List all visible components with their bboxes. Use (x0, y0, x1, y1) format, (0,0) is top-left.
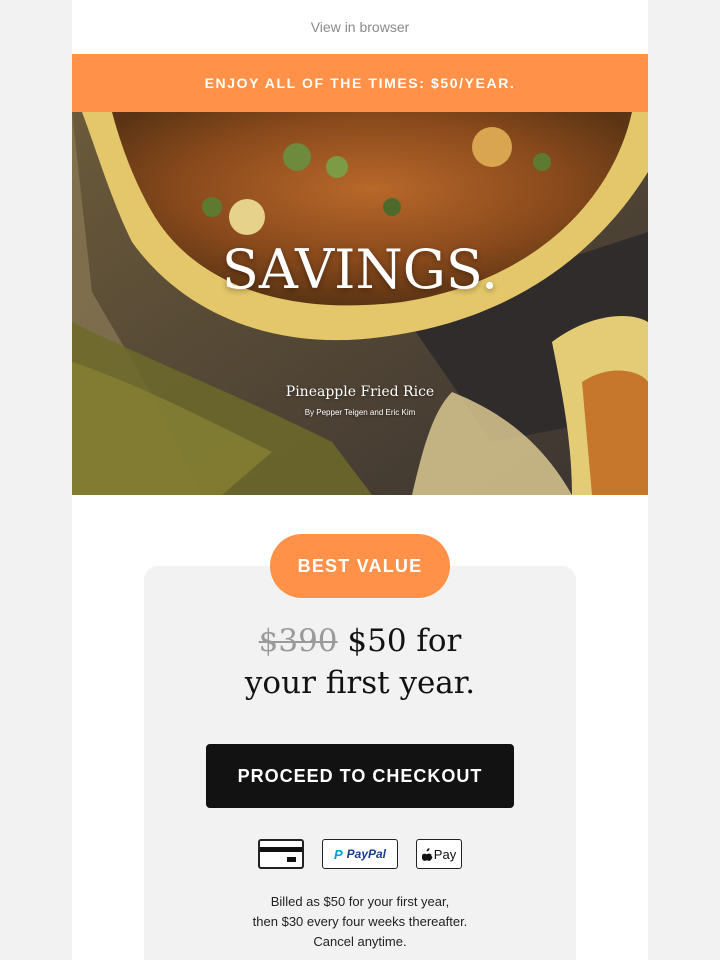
view-in-browser-link[interactable]: View in browser (72, 0, 648, 54)
billing-line: Cancel anytime. (313, 934, 407, 949)
billing-line: Billed as $50 for your first year, (270, 894, 450, 909)
old-price: $390 (258, 623, 338, 659)
hero-image[interactable]: SAVINGS. Pineapple Fried Rice By Pepper … (72, 112, 648, 495)
pineapple-fried-rice-photo (72, 112, 648, 495)
best-value-badge: BEST VALUE (270, 534, 450, 598)
paypal-icon: P PayPal (322, 839, 398, 869)
new-price: $50 for (347, 623, 462, 659)
price-period: your first year. (244, 665, 476, 701)
payment-methods: P PayPal Pay (144, 838, 576, 870)
email-body: View in browser ENJOY ALL OF THE TIMES: … (72, 0, 648, 960)
apple-logo-icon (421, 847, 433, 861)
hero-headline: SAVINGS. (221, 238, 499, 301)
billing-line: then $30 every four weeks thereafter. (252, 914, 468, 929)
proceed-to-checkout-button[interactable]: PROCEED TO CHECKOUT (206, 744, 514, 808)
promo-banner[interactable]: ENJOY ALL OF THE TIMES: $50/YEAR. (72, 54, 648, 112)
recipe-title: Pineapple Fried Rice (285, 384, 435, 400)
credit-card-icon (258, 839, 304, 869)
recipe-byline: By Pepper Teigen and Eric Kim (304, 408, 416, 417)
billing-terms: Billed as $50 for your first year, then … (144, 892, 576, 952)
price-block: $390 $50 for your first year. (144, 620, 576, 704)
apple-pay-icon: Pay (416, 839, 462, 869)
